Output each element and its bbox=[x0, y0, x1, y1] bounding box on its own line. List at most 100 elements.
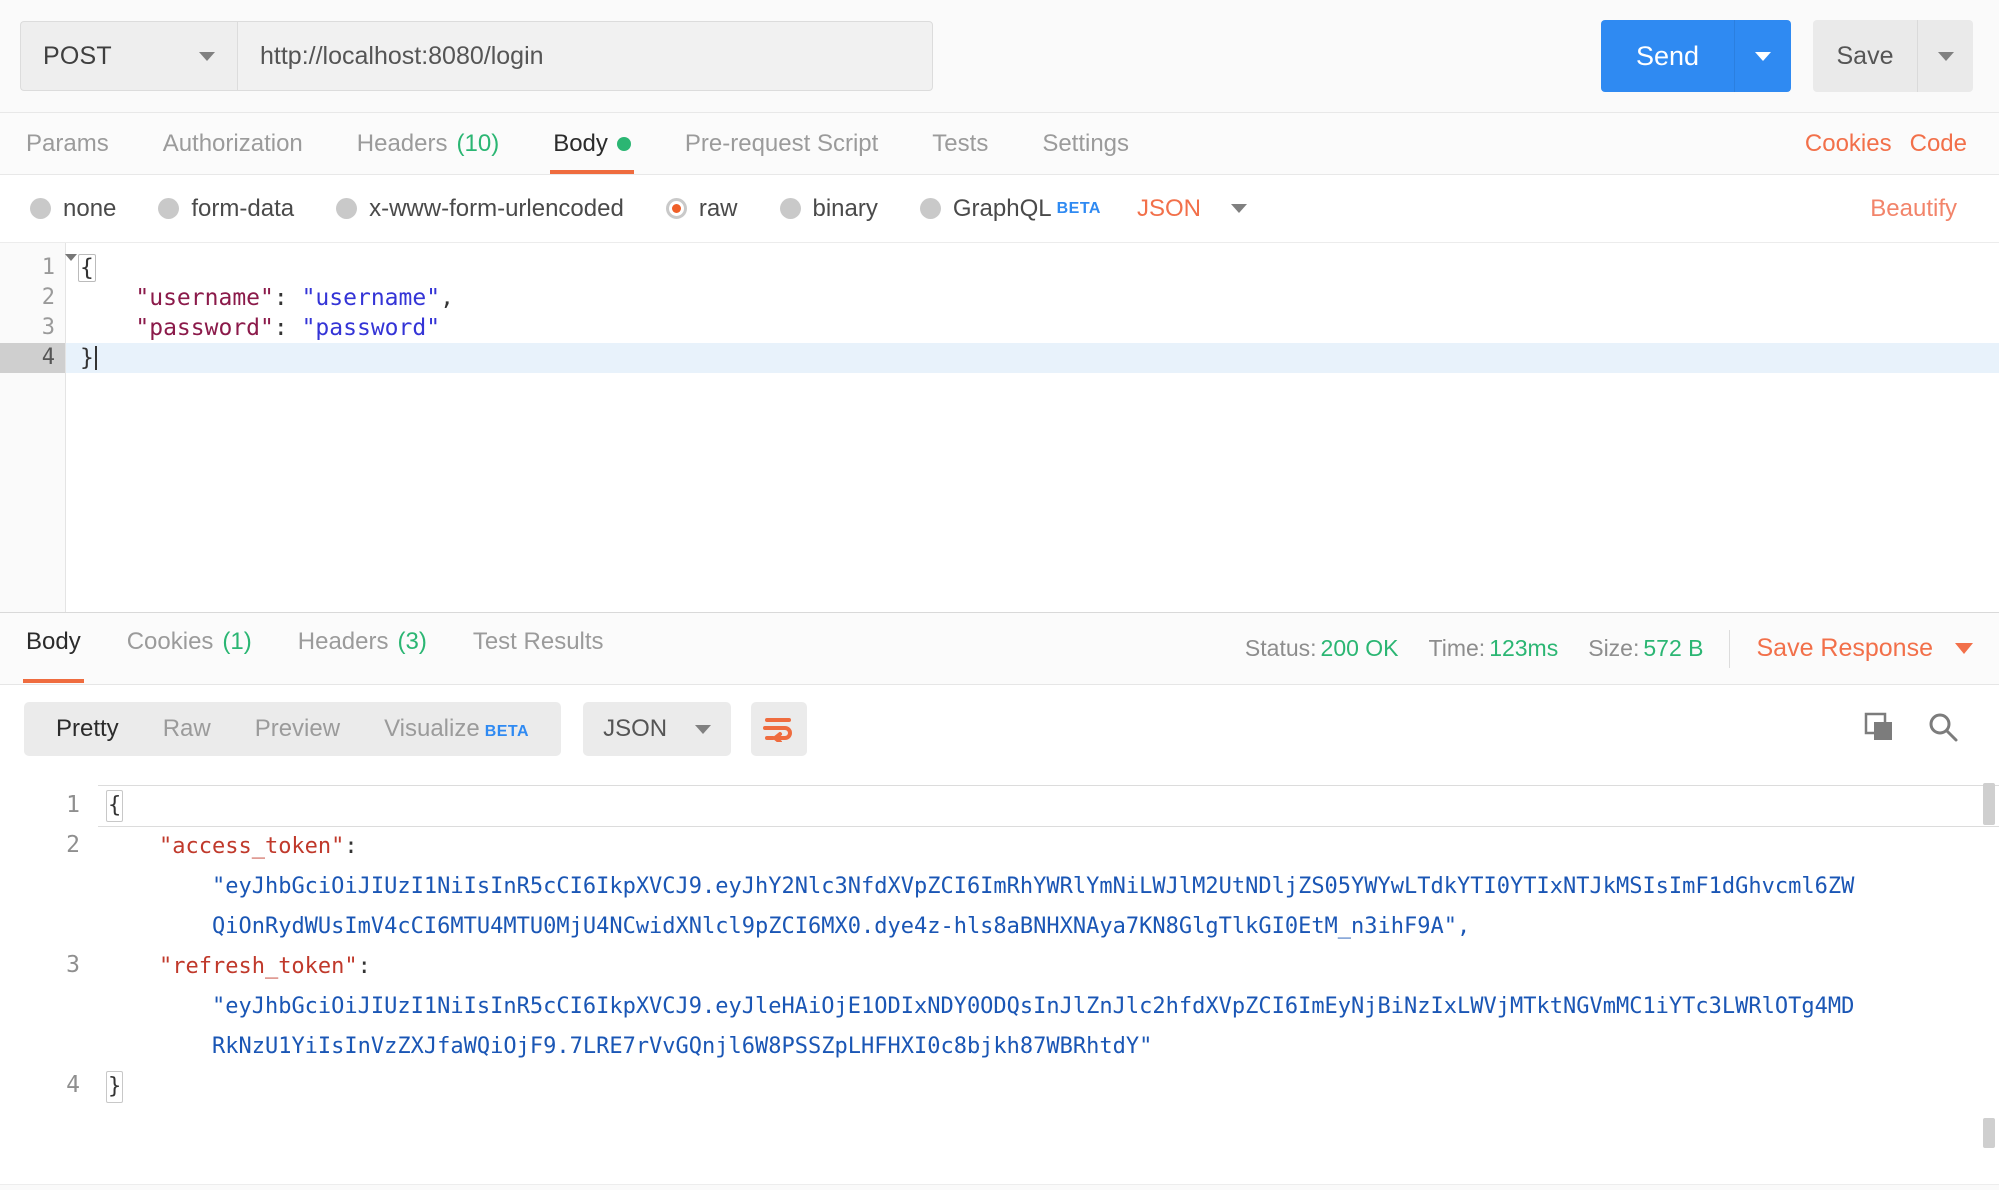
word-wrap-icon[interactable] bbox=[751, 702, 808, 756]
http-method-select[interactable]: POST bbox=[20, 21, 237, 91]
body-type-label: binary bbox=[812, 194, 878, 222]
response-json-code[interactable]: { "access_token": "eyJhbGciOiJIUzI1NiIsI… bbox=[98, 773, 1999, 1184]
search-icon[interactable] bbox=[1927, 711, 1959, 748]
body-type-x-www-form-urlencoded[interactable]: x-www-form-urlencoded bbox=[336, 195, 624, 223]
radio-icon bbox=[919, 198, 941, 219]
tab-label: Tests bbox=[932, 130, 989, 157]
tab-label: Params bbox=[26, 130, 109, 157]
save-button-group: Save bbox=[1813, 20, 1973, 92]
chevron-down-icon bbox=[695, 724, 712, 734]
tab-authorization[interactable]: Authorization bbox=[163, 130, 303, 174]
radio-icon bbox=[336, 198, 358, 219]
save-options-button[interactable] bbox=[1917, 20, 1973, 92]
response-tab-headers[interactable]: Headers (3) bbox=[298, 628, 427, 670]
json-punct: : bbox=[273, 315, 302, 341]
line-number: 4 bbox=[0, 343, 65, 373]
view-preview[interactable]: Preview bbox=[233, 715, 362, 743]
view-visualize[interactable]: Visualize BETA bbox=[362, 715, 551, 743]
tab-params[interactable]: Params bbox=[26, 130, 109, 174]
code-line: "username": "username", bbox=[66, 283, 1999, 313]
copy-icon[interactable] bbox=[1863, 711, 1895, 748]
line-number: 1 bbox=[0, 253, 77, 283]
view-label: Pretty bbox=[56, 715, 119, 742]
json-value: "eyJhbGciOiJIUzI1NiIsInR5cCI6IkpXVCJ9.ey… bbox=[211, 994, 1855, 1019]
response-tab-body[interactable]: Body bbox=[23, 627, 84, 683]
json-value: QiOnRydWUsImV4cCI6MTU4MTU0MjU4NCwidXNlcl… bbox=[211, 914, 1471, 939]
response-line-refresh-token-value-2: RkNzU1YiIsInVzZXJfaWQiOjF9.7LRE7rVvGQnjl… bbox=[98, 1027, 1999, 1067]
scrollbar-thumb[interactable] bbox=[1983, 783, 1995, 825]
json-value: "eyJhbGciOiJIUzI1NiIsInR5cCI6IkpXVCJ9.ey… bbox=[211, 874, 1855, 899]
tab-tests[interactable]: Tests bbox=[932, 130, 988, 174]
send-button[interactable]: Send bbox=[1601, 20, 1734, 92]
view-label: Preview bbox=[254, 715, 341, 742]
response-tab-cookies[interactable]: Cookies (1) bbox=[127, 628, 252, 670]
text-cursor bbox=[94, 346, 97, 370]
code-line: "password": "password" bbox=[66, 313, 1999, 343]
tab-label: Body bbox=[26, 627, 81, 655]
save-response-button[interactable]: Save Response bbox=[1756, 634, 1973, 663]
request-json-code[interactable]: { "username": "username", "password": "p… bbox=[66, 243, 1999, 612]
open-brace: { bbox=[106, 790, 124, 822]
request-url-input[interactable]: http://localhost:8080/login bbox=[237, 21, 933, 91]
body-type-graphql[interactable]: GraphQL BETA bbox=[919, 194, 1101, 223]
tab-body[interactable]: Body bbox=[550, 130, 634, 174]
view-pretty[interactable]: Pretty bbox=[34, 715, 141, 743]
json-key: "password" bbox=[135, 315, 274, 341]
status-strip bbox=[0, 1184, 1999, 1190]
json-key: "access_token" bbox=[158, 834, 345, 859]
line-spacer bbox=[0, 865, 80, 945]
tab-pre-request-script[interactable]: Pre-request Script bbox=[685, 130, 878, 174]
body-type-label: GraphQL bbox=[952, 194, 1052, 222]
chevron-down-icon bbox=[1230, 204, 1247, 213]
send-options-button[interactable] bbox=[1734, 20, 1791, 92]
word-wrap-glyph bbox=[763, 718, 793, 742]
response-line-refresh-token-value-1: "eyJhbGciOiJIUzI1NiIsInR5cCI6IkpXVCJ9.ey… bbox=[98, 987, 1999, 1027]
time-label: Time: bbox=[1428, 635, 1486, 661]
radio-icon bbox=[30, 198, 51, 219]
body-type-row: none form-data x-www-form-urlencoded raw… bbox=[0, 175, 1999, 243]
body-type-label: form-data bbox=[191, 194, 295, 222]
copy-glyph bbox=[1864, 712, 1892, 740]
body-type-label: raw bbox=[698, 194, 738, 222]
response-scrollbar[interactable] bbox=[1983, 783, 1995, 1178]
body-type-binary[interactable]: binary bbox=[779, 194, 878, 223]
response-gutter: 1 2 3 4 bbox=[0, 773, 98, 1184]
raw-format-label: JSON bbox=[1136, 194, 1201, 222]
body-type-raw[interactable]: raw bbox=[665, 194, 738, 223]
tab-settings[interactable]: Settings bbox=[1042, 130, 1129, 174]
cookies-link[interactable]: Cookies bbox=[1805, 130, 1892, 174]
response-format-select[interactable]: JSON bbox=[583, 702, 732, 756]
response-meta-bar: Body Cookies (1) Headers (3) Test Result… bbox=[0, 613, 1999, 685]
view-raw[interactable]: Raw bbox=[141, 715, 233, 743]
http-method-label: POST bbox=[43, 41, 112, 70]
request-body-editor[interactable]: 1 2 3 4 { "username": "username", "passw… bbox=[0, 243, 1999, 613]
line-number-value: 1 bbox=[41, 255, 55, 280]
save-button[interactable]: Save bbox=[1813, 20, 1917, 92]
body-type-form-data[interactable]: form-data bbox=[158, 195, 294, 223]
code-link[interactable]: Code bbox=[1910, 130, 1967, 174]
response-tab-test-results[interactable]: Test Results bbox=[473, 628, 604, 670]
code-line-active: } bbox=[66, 343, 1999, 373]
line-number: 2 bbox=[41, 285, 55, 310]
chevron-down-icon bbox=[1937, 51, 1954, 61]
body-type-none[interactable]: none bbox=[30, 195, 116, 223]
scrollbar-thumb-secondary[interactable] bbox=[1983, 1118, 1995, 1148]
json-value: "username" bbox=[301, 285, 441, 311]
json-punct: , bbox=[440, 285, 454, 311]
tab-count: (1) bbox=[222, 627, 252, 655]
response-stats: Status: 200 OK Time: 123ms Size: 572 B bbox=[1245, 635, 1704, 662]
beautify-link[interactable]: Beautify bbox=[1870, 195, 1957, 223]
tab-label: Settings bbox=[1042, 130, 1130, 157]
tab-label: Pre-request Script bbox=[684, 130, 879, 157]
tab-headers[interactable]: Headers (10) bbox=[357, 130, 499, 174]
tab-count: (10) bbox=[456, 130, 500, 157]
response-line-access-token-value-1: "eyJhbGciOiJIUzI1NiIsInR5cCI6IkpXVCJ9.ey… bbox=[98, 867, 1999, 907]
body-type-label: none bbox=[63, 194, 117, 222]
response-body-viewer[interactable]: 1 2 3 4 { "access_token": "eyJhbGciOiJIU… bbox=[0, 773, 1999, 1184]
raw-format-select[interactable]: JSON bbox=[1137, 195, 1247, 223]
